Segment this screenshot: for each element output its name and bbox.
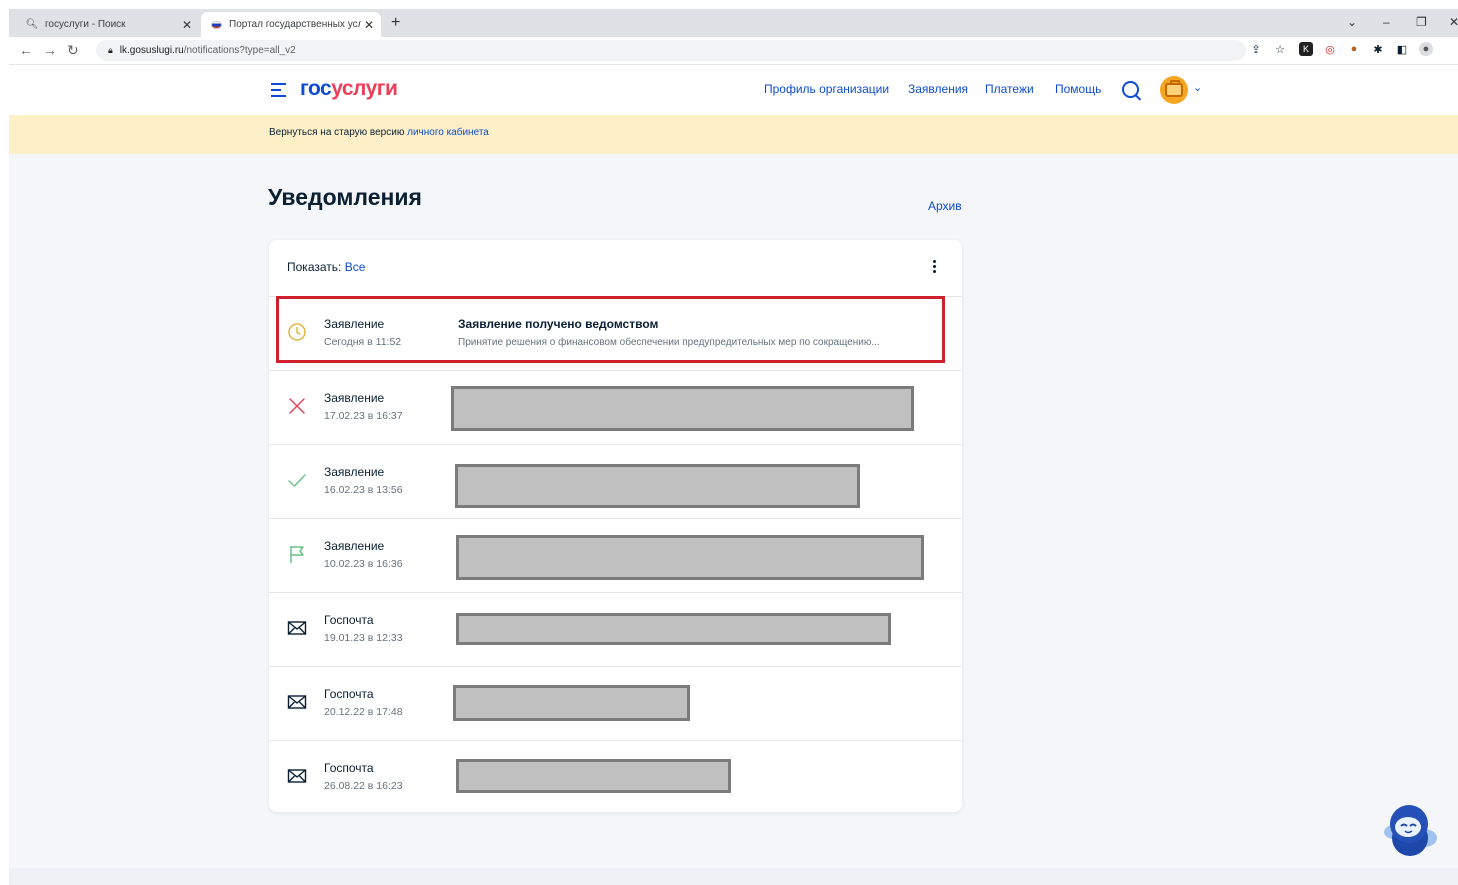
- search-icon: 🔍︎: [25, 19, 39, 30]
- notification-type: Заявление: [324, 539, 385, 553]
- notification-date: 26.08.22 в 16:23: [324, 780, 403, 792]
- profile-icon[interactable]: ●: [1419, 42, 1433, 56]
- filter-label: Показать: Все: [287, 260, 365, 274]
- notification-date: 20.12.22 в 17:48: [324, 706, 403, 718]
- browser-tab-bar: 🔍︎ госуслуги - Поиск ✕ Портал государств…: [9, 9, 1458, 37]
- filter-value-dropdown[interactable]: Все: [345, 260, 366, 274]
- notification-date: 19.01.23 в 12:33: [324, 632, 403, 644]
- redacted-content: [456, 613, 891, 645]
- redacted-content: [456, 759, 731, 793]
- robot-assistant-icon[interactable]: [1380, 800, 1442, 860]
- archive-link[interactable]: Архив: [928, 199, 962, 213]
- back-icon[interactable]: ←: [19, 42, 33, 58]
- nav-payments[interactable]: Платежи: [985, 82, 1034, 96]
- page-title: Уведомления: [268, 184, 422, 210]
- tab-search-chevron-icon[interactable]: ⌄: [1347, 15, 1357, 29]
- notification-date: 10.02.23 в 16:36: [324, 558, 403, 570]
- menu-burger-icon[interactable]: [271, 83, 286, 101]
- redacted-content: [453, 685, 690, 721]
- notification-date: 16.02.23 в 13:56: [324, 484, 403, 496]
- filter-label-text: Показать:: [287, 260, 345, 274]
- mail-icon: [287, 618, 307, 638]
- close-window-icon[interactable]: ✕: [1449, 15, 1458, 29]
- mail-icon: [287, 692, 307, 712]
- extension-avatar-icon[interactable]: ●: [1347, 42, 1361, 56]
- restore-icon[interactable]: ❐: [1416, 15, 1427, 29]
- logo-part-gos: гос: [300, 77, 332, 100]
- notification-type: Госпочта: [324, 687, 374, 701]
- browser-tab-gosuslugi[interactable]: Портал государственных услуг ✕: [201, 12, 381, 37]
- russia-flag-icon: [209, 20, 223, 29]
- notification-type: Госпочта: [324, 613, 374, 627]
- banner-label: Вернуться на старую версию: [269, 127, 408, 138]
- highlight-frame: [276, 296, 945, 363]
- briefcase-icon: [1165, 80, 1183, 97]
- notification-type: Заявление: [324, 391, 385, 405]
- filter-bar: Показать: Все: [269, 240, 962, 297]
- notification-type: Заявление: [324, 465, 385, 479]
- footer-strip: [9, 868, 1458, 885]
- tab-title: Портал государственных услуг: [229, 19, 361, 30]
- close-tab-icon[interactable]: ✕: [361, 18, 377, 32]
- lock-icon: 🔒︎: [108, 45, 113, 55]
- url-host: lk.gosuslugi.ru: [119, 45, 184, 56]
- extensions-puzzle-icon[interactable]: ✱: [1371, 42, 1385, 56]
- cross-icon: [287, 396, 307, 416]
- close-tab-icon[interactable]: ✕: [179, 18, 195, 32]
- gosuslugi-logo[interactable]: госуслуги: [300, 77, 398, 101]
- old-version-banner: Вернуться на старую версию личного кабин…: [9, 115, 1458, 154]
- extension-record-icon[interactable]: ◎: [1323, 42, 1337, 56]
- nav-applications[interactable]: Заявления: [908, 82, 968, 96]
- more-options-icon[interactable]: [933, 260, 937, 275]
- mail-icon: [287, 766, 307, 786]
- browser-tab-search[interactable]: 🔍︎ госуслуги - Поиск ✕: [17, 12, 199, 37]
- url-path: /notifications?type=all_v2: [183, 45, 296, 56]
- bookmark-star-icon[interactable]: ☆: [1273, 42, 1287, 56]
- redacted-content: [451, 386, 914, 431]
- flag-icon: [287, 544, 307, 564]
- minimize-icon[interactable]: –: [1383, 15, 1390, 29]
- redacted-content: [456, 535, 924, 580]
- tab-title: госуслуги - Поиск: [45, 19, 126, 30]
- nav-organization-profile[interactable]: Профиль организации: [764, 82, 889, 96]
- notification-type: Госпочта: [324, 761, 374, 775]
- banner-text: Вернуться на старую версию личного кабин…: [269, 127, 489, 138]
- search-icon[interactable]: [1122, 81, 1139, 98]
- new-tab-icon[interactable]: +: [391, 14, 400, 32]
- organization-avatar[interactable]: [1160, 76, 1188, 104]
- extension-k-icon[interactable]: K: [1299, 42, 1313, 56]
- sidebar-icon[interactable]: ◧: [1395, 42, 1409, 56]
- redacted-content: [455, 464, 860, 508]
- nav-help[interactable]: Помощь: [1055, 82, 1101, 96]
- notification-date: 17.02.23 в 16:37: [324, 410, 403, 422]
- url-field[interactable]: 🔒︎ lk.gosuslugi.ru/notifications?type=al…: [96, 40, 1246, 61]
- forward-icon[interactable]: →: [43, 42, 57, 58]
- site-header: госуслуги Профиль организации Заявления …: [9, 65, 1458, 115]
- check-icon: [287, 470, 307, 490]
- logo-part-uslugi: услуги: [331, 77, 398, 100]
- chevron-down-icon[interactable]: ⌄: [1193, 81, 1202, 94]
- reload-icon[interactable]: ↻: [67, 42, 79, 59]
- share-icon[interactable]: ⇪: [1249, 42, 1263, 56]
- browser-address-bar: ← → ↻ 🔒︎ lk.gosuslugi.ru/notifications?t…: [9, 37, 1458, 65]
- old-cabinet-link[interactable]: личного кабинета: [407, 127, 489, 138]
